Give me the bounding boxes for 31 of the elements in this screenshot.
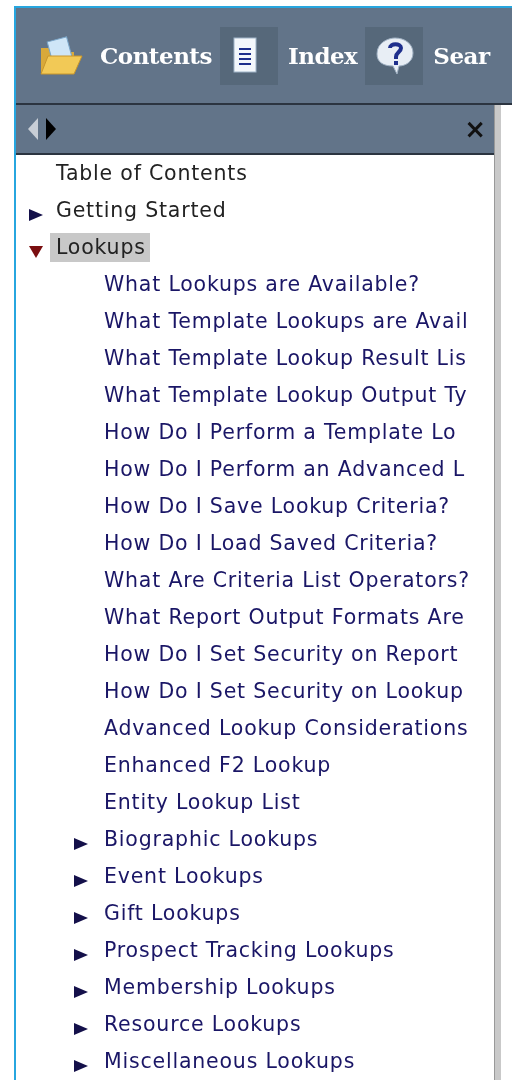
tree-item[interactable]: How Do I Set Security on Report [98, 640, 463, 669]
tree-item[interactable]: Gift Lookups [98, 899, 245, 928]
tree-item[interactable]: What Template Lookup Result Lis [98, 344, 471, 373]
tree-item[interactable]: What Are Criteria List Operators? [98, 566, 474, 595]
tree-item[interactable]: Membership Lookups [98, 973, 340, 1002]
splitter-bar[interactable] [494, 105, 501, 1080]
tree-item[interactable]: How Do I Perform a Template Lo [98, 418, 461, 447]
toolbar-button[interactable]: Contents [32, 26, 212, 85]
tree-item[interactable]: Getting Started [50, 196, 231, 225]
tree-item[interactable]: What Report Output Formats Are [98, 603, 469, 632]
tree-item[interactable]: What Template Lookups are Avail [98, 307, 473, 336]
tree-item[interactable]: Event Lookups [98, 862, 268, 891]
tree-item[interactable]: What Template Lookup Output Ty [98, 381, 472, 410]
folder-icon [38, 33, 84, 78]
tree-item[interactable]: Prospect Tracking Lookups [98, 936, 399, 965]
tree-item[interactable]: Table of Contents [50, 159, 252, 188]
tree-item[interactable]: How Do I Save Lookup Criteria? [98, 492, 455, 521]
tree-item[interactable]: What Lookups are Available? [98, 270, 424, 299]
tree-item[interactable]: How Do I Perform an Advanced L [98, 455, 469, 484]
close-button[interactable]: × [462, 116, 488, 142]
tree-item[interactable]: Enhanced F2 Lookup [98, 751, 336, 780]
tree-item[interactable]: Resource Lookups [98, 1010, 306, 1039]
tree-item[interactable]: Miscellaneous Lookups [98, 1047, 360, 1076]
tree-item[interactable]: How Do I Set Security on Lookup [98, 677, 468, 706]
tree-item[interactable]: Advanced Lookup Considerations [98, 714, 473, 743]
tree-item[interactable]: Entity Lookup List [98, 788, 305, 817]
toolbar-button[interactable]: Sear [365, 26, 490, 85]
tree-item[interactable]: Biographic Lookups [98, 825, 323, 854]
tree-item[interactable]: Lookups [50, 233, 150, 262]
tree-item[interactable]: How Do I Load Saved Criteria? [98, 529, 443, 558]
toolbar-button[interactable]: Index [219, 26, 358, 85]
